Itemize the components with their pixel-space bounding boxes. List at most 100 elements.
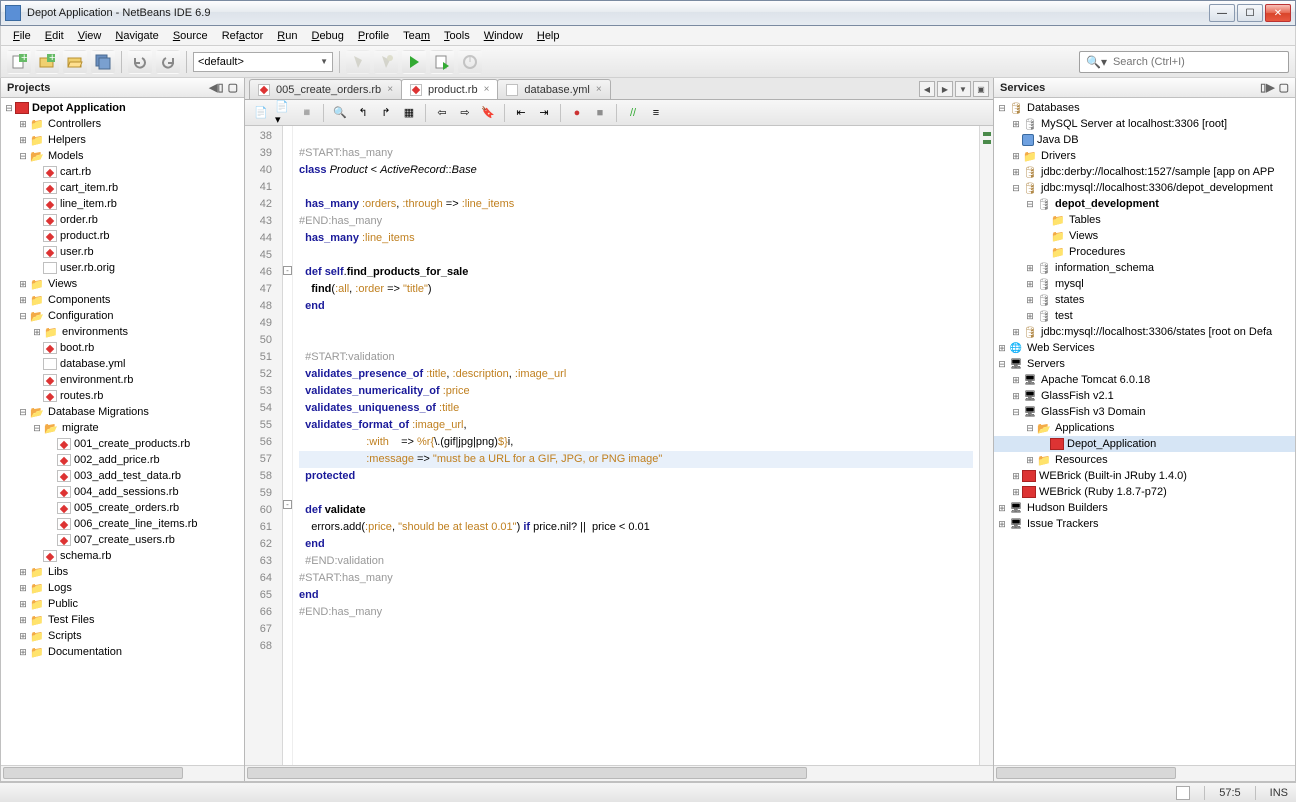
tree-node[interactable]: ⊞Issue Trackers (994, 516, 1295, 532)
tree-node[interactable]: user.rb (1, 244, 244, 260)
menu-help[interactable]: Help (531, 28, 566, 44)
redo-button[interactable] (156, 50, 180, 74)
source-view-button[interactable]: 📄 (251, 103, 271, 123)
tree-node[interactable]: ⊞Helpers (1, 132, 244, 148)
editor-tab[interactable]: database.yml× (497, 79, 610, 99)
tree-twisty[interactable]: ⊞ (1010, 487, 1022, 498)
tree-twisty[interactable] (45, 519, 57, 529)
close-tab-icon[interactable]: × (596, 84, 602, 95)
tree-node[interactable]: ⊞states (994, 292, 1295, 308)
tree-twisty[interactable]: ⊞ (1010, 391, 1022, 402)
tree-twisty[interactable]: ⊞ (1010, 119, 1022, 130)
tree-twisty[interactable]: ⊞ (17, 567, 29, 578)
tree-twisty[interactable] (31, 215, 43, 225)
tree-twisty[interactable]: ⊟ (1010, 183, 1022, 194)
tree-node[interactable]: order.rb (1, 212, 244, 228)
tree-twisty[interactable] (31, 375, 43, 385)
tree-twisty[interactable]: ⊞ (1024, 263, 1036, 274)
tree-twisty[interactable] (31, 551, 43, 561)
tree-twisty[interactable]: ⊞ (996, 343, 1008, 354)
tree-node[interactable]: ⊞Apache Tomcat 6.0.18 (994, 372, 1295, 388)
menu-navigate[interactable]: Navigate (109, 28, 164, 44)
pin-panel-icon[interactable]: ▯▶ (1260, 81, 1275, 94)
new-project-button[interactable]: + (35, 50, 59, 74)
tree-node[interactable]: product.rb (1, 228, 244, 244)
tree-twisty[interactable]: ⊞ (1010, 151, 1022, 162)
tree-node[interactable]: Depot_Application (994, 436, 1295, 452)
tree-twisty[interactable]: ⊞ (17, 119, 29, 130)
tree-node[interactable]: database.yml (1, 356, 244, 372)
tree-node[interactable]: ⊞Resources (994, 452, 1295, 468)
tree-twisty[interactable] (31, 231, 43, 241)
tree-twisty[interactable] (45, 439, 57, 449)
tree-node[interactable]: cart.rb (1, 164, 244, 180)
menu-tools[interactable]: Tools (438, 28, 476, 44)
shift-right-button[interactable]: ⇥ (534, 103, 554, 123)
tree-node[interactable]: ⊞Web Services (994, 340, 1295, 356)
tree-twisty[interactable]: ⊞ (1010, 471, 1022, 482)
tree-twisty[interactable]: ⊞ (17, 631, 29, 642)
tree-node[interactable]: ⊟Databases (994, 100, 1295, 116)
tree-twisty[interactable]: ⊞ (1010, 327, 1022, 338)
tree-node[interactable]: line_item.rb (1, 196, 244, 212)
tree-twisty[interactable] (31, 263, 43, 273)
tree-twisty[interactable]: ⊞ (996, 503, 1008, 514)
find-prev-button[interactable]: ↰ (353, 103, 373, 123)
tree-twisty[interactable] (31, 183, 43, 193)
tree-twisty[interactable]: ⊟ (17, 151, 29, 162)
close-panel-icon[interactable]: ▢ (1279, 81, 1289, 94)
tree-node[interactable]: ⊟Configuration (1, 308, 244, 324)
editor-hscroll[interactable] (245, 765, 993, 781)
tree-node[interactable]: ⊞jdbc:derby://localhost:1527/sample [app… (994, 164, 1295, 180)
tree-twisty[interactable] (31, 247, 43, 257)
undo-button[interactable] (128, 50, 152, 74)
new-file-button[interactable]: + (7, 50, 31, 74)
tree-node[interactable]: ⊞Test Files (1, 612, 244, 628)
menu-edit[interactable]: Edit (39, 28, 70, 44)
tree-node[interactable]: ⊞Libs (1, 564, 244, 580)
tree-twisty[interactable] (45, 503, 57, 513)
tree-node[interactable]: ⊟Servers (994, 356, 1295, 372)
tree-node[interactable]: Views (994, 228, 1295, 244)
code-text[interactable]: #START:has_manyclass Product < ActiveRec… (293, 126, 979, 765)
tree-node[interactable]: 007_create_users.rb (1, 532, 244, 548)
tab-scroll-right[interactable]: ▶ (937, 81, 953, 97)
tree-twisty[interactable]: ⊞ (17, 615, 29, 626)
tree-node[interactable]: ⊞Drivers (994, 148, 1295, 164)
tree-twisty[interactable]: ⊞ (31, 327, 43, 338)
shift-left-button[interactable]: ⇤ (511, 103, 531, 123)
comment-button[interactable]: // (623, 103, 643, 123)
tree-twisty[interactable] (1038, 215, 1050, 225)
tree-node[interactable]: routes.rb (1, 388, 244, 404)
clean-build-button[interactable] (374, 50, 398, 74)
tree-node[interactable]: ⊞mysql (994, 276, 1295, 292)
tree-node[interactable]: environment.rb (1, 372, 244, 388)
tree-twisty[interactable]: ⊞ (17, 295, 29, 306)
tree-twisty[interactable]: ⊟ (17, 407, 29, 418)
tree-twisty[interactable]: ⊟ (996, 103, 1008, 114)
build-button[interactable] (346, 50, 370, 74)
tree-twisty[interactable]: ⊞ (1010, 167, 1022, 178)
tree-node[interactable]: ⊞Hudson Builders (994, 500, 1295, 516)
tree-twisty[interactable]: ⊟ (1024, 199, 1036, 210)
tree-twisty[interactable]: ⊟ (996, 359, 1008, 370)
tree-node[interactable]: ⊟depot_development (994, 196, 1295, 212)
tree-twisty[interactable] (31, 343, 43, 353)
tree-node[interactable]: ⊞Components (1, 292, 244, 308)
tree-node[interactable]: 004_add_sessions.rb (1, 484, 244, 500)
tree-node[interactable]: ⊟Depot Application (1, 100, 244, 116)
tree-node[interactable]: 001_create_products.rb (1, 436, 244, 452)
tree-twisty[interactable] (1010, 135, 1022, 145)
menu-source[interactable]: Source (167, 28, 214, 44)
tree-node[interactable]: Java DB (994, 132, 1295, 148)
maximize-button[interactable]: ☐ (1237, 4, 1263, 22)
tree-node[interactable]: 005_create_orders.rb (1, 500, 244, 516)
macro-stop-button[interactable]: ■ (590, 103, 610, 123)
tree-twisty[interactable]: ⊞ (1024, 311, 1036, 322)
tree-node[interactable]: 003_add_test_data.rb (1, 468, 244, 484)
menu-debug[interactable]: Debug (305, 28, 349, 44)
next-bookmark-button[interactable]: ⇨ (455, 103, 475, 123)
macro-record-button[interactable]: ● (567, 103, 587, 123)
toggle-bookmark-button[interactable]: 🔖 (478, 103, 498, 123)
tree-twisty[interactable]: ⊟ (1010, 407, 1022, 418)
